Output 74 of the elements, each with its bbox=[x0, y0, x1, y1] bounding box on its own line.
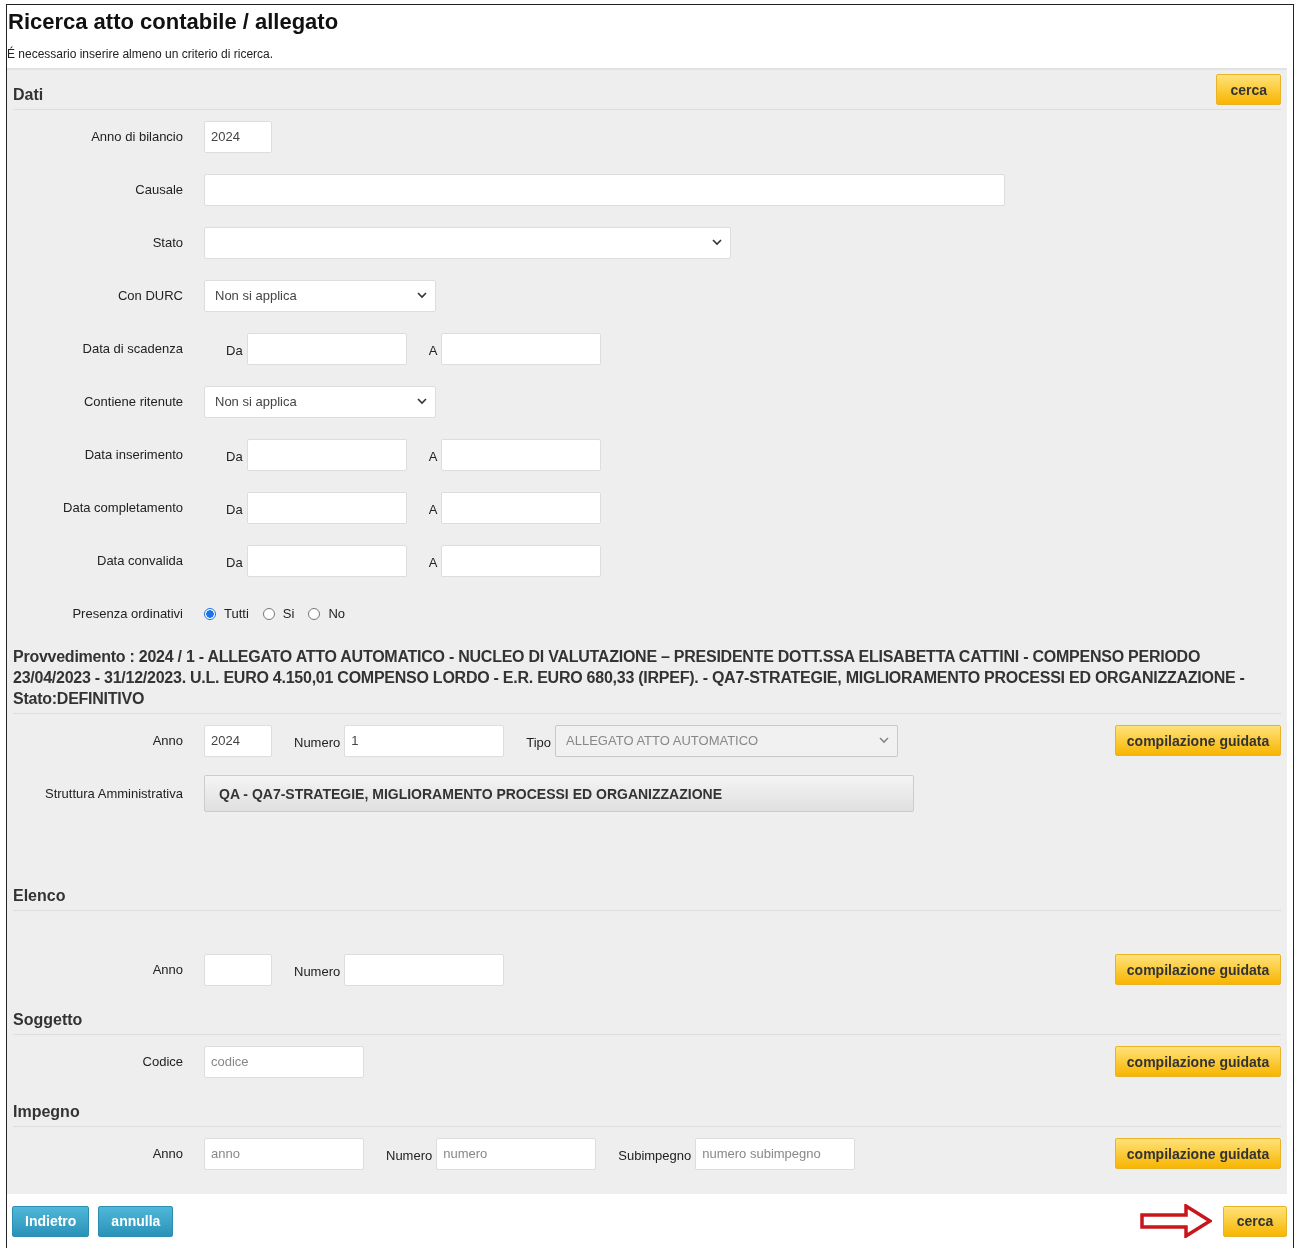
field-label: Da bbox=[226, 501, 243, 517]
field-label: Anno bbox=[151, 1146, 183, 1161]
field-label: Da bbox=[226, 448, 243, 464]
field-label: Codice bbox=[141, 1054, 183, 1069]
section-title: Elenco bbox=[13, 886, 66, 906]
field-label: Anno bbox=[151, 733, 183, 748]
field-label: Anno di bilancio bbox=[90, 129, 183, 144]
field-label: Contiene ritenute bbox=[83, 394, 183, 409]
guided-fill-button[interactable]: compilazione guidata bbox=[1115, 1138, 1281, 1169]
field-label: Subimpegno bbox=[618, 1147, 692, 1163]
chevron-icon bbox=[712, 239, 722, 246]
radio-icon[interactable] bbox=[204, 607, 216, 620]
guided-fill-button[interactable]: compilazione guidata bbox=[1115, 954, 1281, 985]
input-field[interactable] bbox=[441, 438, 602, 471]
field-label: Tipo bbox=[526, 734, 552, 750]
field-label: A bbox=[428, 448, 438, 464]
input-field[interactable] bbox=[441, 544, 602, 577]
input-field[interactable] bbox=[441, 332, 602, 365]
field-label: Numero bbox=[386, 1147, 433, 1163]
input-field[interactable]: codice bbox=[204, 1045, 364, 1078]
field-label: Numero bbox=[294, 963, 341, 979]
field-label: Data completamento bbox=[62, 500, 183, 515]
section-title: Dati bbox=[13, 85, 44, 105]
input-field[interactable] bbox=[246, 438, 407, 471]
field-label: Stato bbox=[151, 235, 183, 250]
input-field[interactable]: 2024 bbox=[204, 120, 272, 153]
field-label: Da bbox=[226, 554, 243, 570]
section-title: Impegno bbox=[13, 1102, 80, 1122]
field-label: Anno bbox=[151, 962, 183, 977]
input-field[interactable]: numero subimpegno bbox=[695, 1137, 856, 1170]
guided-fill-button[interactable]: compilazione guidata bbox=[1115, 725, 1281, 756]
section-title: Soggetto bbox=[13, 1010, 83, 1030]
search-button[interactable]: cerca bbox=[1216, 74, 1281, 105]
field-label: Da bbox=[226, 342, 243, 358]
select-field[interactable]: Non si applica bbox=[204, 385, 436, 418]
input-field[interactable]: 1 bbox=[344, 724, 505, 757]
field-label: Struttura Amministrativa bbox=[44, 786, 183, 801]
instruction-text: É necessario inserire almeno un criterio di ricerca. bbox=[7, 47, 275, 61]
field-label: Presenza ordinativi bbox=[71, 606, 183, 621]
radio-icon[interactable] bbox=[262, 607, 275, 620]
input-field[interactable] bbox=[246, 491, 407, 524]
select-field[interactable]: Non si applica bbox=[204, 279, 436, 312]
input-field[interactable]: numero bbox=[436, 1137, 597, 1170]
input-field[interactable] bbox=[204, 173, 1005, 206]
field-label: A bbox=[428, 501, 438, 517]
input-field[interactable]: 2024 bbox=[204, 724, 272, 757]
input-field[interactable] bbox=[204, 953, 272, 986]
input-field[interactable]: anno bbox=[204, 1137, 364, 1170]
field-label: Data di scadenza bbox=[81, 341, 183, 356]
field-label: Con DURC bbox=[117, 288, 183, 303]
input-field[interactable] bbox=[344, 953, 505, 986]
radio-option[interactable]: No bbox=[308, 606, 345, 621]
field-label: Numero bbox=[294, 734, 341, 750]
input-field[interactable] bbox=[246, 332, 407, 365]
chevron-icon bbox=[417, 398, 427, 405]
section-title: Provvedimento : 2024 / 1 - ALLEGATO ATTO AUTOMATICO - NUCLEO DI VALUTAZIONE – PRESIDENTE DOTT.SSA ELISABETTA CATTINI - COMPENSO PERIODO 23/04/2023 - 31/12/2023. U.L. EURO 4.150,01 COMPENSO LORDO - E.R. EURO 680,33 (IRPEF). - QA7-STRATEGIE, MIGLIORAMENTO PROCESSI ED ORGANIZZAZIONE - Stato:DEFINITIVO bbox=[13, 647, 1246, 709]
radio-icon[interactable] bbox=[308, 607, 321, 620]
readonly-field: QA - QA7-STRATEGIE, MIGLIORAMENTO PROCESSI ED ORGANIZZAZIONE bbox=[204, 775, 914, 812]
page-title: Ricerca atto contabile / allegato bbox=[7, 8, 340, 35]
field-label: Data inserimento bbox=[83, 447, 183, 462]
chevron-icon bbox=[417, 292, 427, 299]
radio-option[interactable]: Si bbox=[262, 606, 295, 621]
field-label: Causale bbox=[134, 182, 183, 197]
arrow-icon bbox=[1140, 1204, 1212, 1238]
guided-fill-button[interactable]: compilazione guidata bbox=[1115, 1046, 1281, 1077]
field-label: A bbox=[428, 554, 438, 570]
field-label: Data convalida bbox=[96, 553, 183, 568]
input-field[interactable] bbox=[246, 544, 407, 577]
field-label: A bbox=[428, 342, 438, 358]
radio-option[interactable]: Tutti bbox=[204, 606, 249, 621]
select-field[interactable] bbox=[204, 226, 731, 259]
input-field[interactable] bbox=[441, 491, 602, 524]
chevron-icon bbox=[879, 737, 890, 744]
search-button[interactable]: cerca bbox=[1223, 1205, 1287, 1237]
